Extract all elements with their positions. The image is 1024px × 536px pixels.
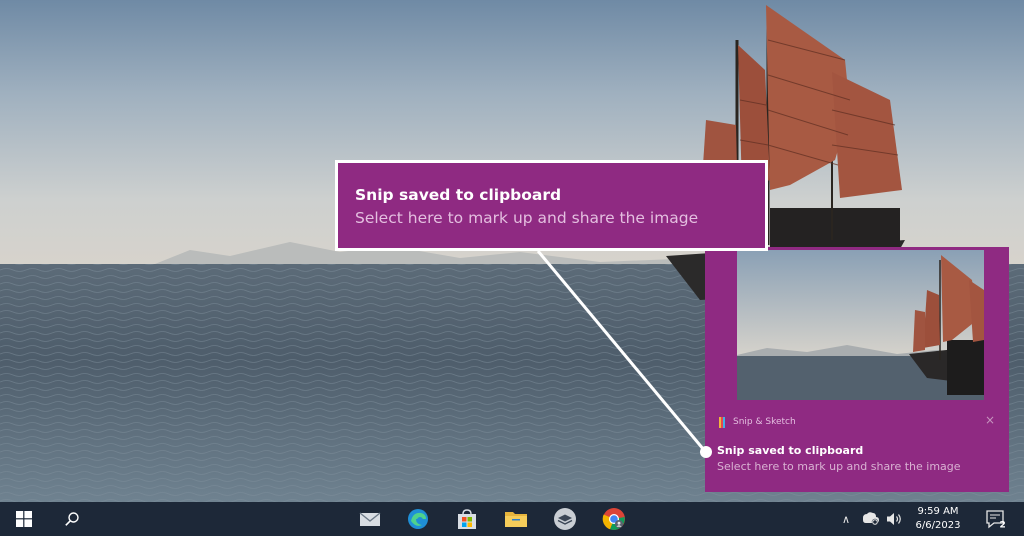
notification-center-icon: 2 <box>986 510 1006 530</box>
chrome-icon <box>602 508 625 530</box>
search-icon <box>65 512 79 526</box>
taskbar-clock[interactable]: 9:59 AM 6/6/2023 <box>909 505 967 533</box>
notification-count: 2 <box>1000 521 1006 530</box>
file-explorer-icon <box>505 512 527 527</box>
taskbar-chrome[interactable] <box>598 502 630 536</box>
network-button[interactable] <box>860 502 882 536</box>
taskbar-store[interactable] <box>451 502 483 536</box>
speaker-icon <box>887 513 901 525</box>
toast-title: Snip saved to clipboard <box>717 444 864 457</box>
snip-sketch-icon <box>719 416 726 428</box>
callout-body: Select here to mark up and share the ima… <box>355 209 699 227</box>
show-hidden-icons-button[interactable]: ∧ <box>836 502 856 536</box>
search-button[interactable] <box>56 502 88 536</box>
toast-app-header: Snip & Sketch <box>719 415 796 429</box>
clock-date: 6/6/2023 <box>915 520 961 531</box>
taskbar-mail[interactable] <box>354 502 386 536</box>
volume-button[interactable] <box>884 502 906 536</box>
toast-app-name: Snip & Sketch <box>733 417 796 427</box>
edge-icon <box>408 509 428 529</box>
store-icon <box>458 509 476 529</box>
toast-body: Select here to mark up and share the ima… <box>717 460 961 473</box>
network-icon <box>863 512 879 526</box>
callout-title: Snip saved to clipboard <box>355 186 562 204</box>
taskbar-file-explorer[interactable] <box>500 502 532 536</box>
windows-icon <box>16 511 32 527</box>
taskbar: ∧ 9:59 AM 6/6/2023 2 <box>0 502 1024 536</box>
snip-preview-image[interactable] <box>737 250 984 400</box>
clock-time: 9:59 AM <box>917 506 959 517</box>
taskbar-layers-app[interactable] <box>549 502 581 536</box>
taskbar-edge[interactable] <box>402 502 434 536</box>
layers-icon <box>554 508 576 530</box>
mail-icon <box>359 512 381 526</box>
zoomed-notification-callout: Snip saved to clipboard Select here to m… <box>335 160 768 251</box>
start-button[interactable] <box>8 502 40 536</box>
snip-notification-toast[interactable]: Snip & Sketch × Snip saved to clipboard … <box>705 247 1009 492</box>
action-center-button[interactable]: 2 <box>980 502 1010 536</box>
close-icon[interactable]: × <box>985 413 995 427</box>
